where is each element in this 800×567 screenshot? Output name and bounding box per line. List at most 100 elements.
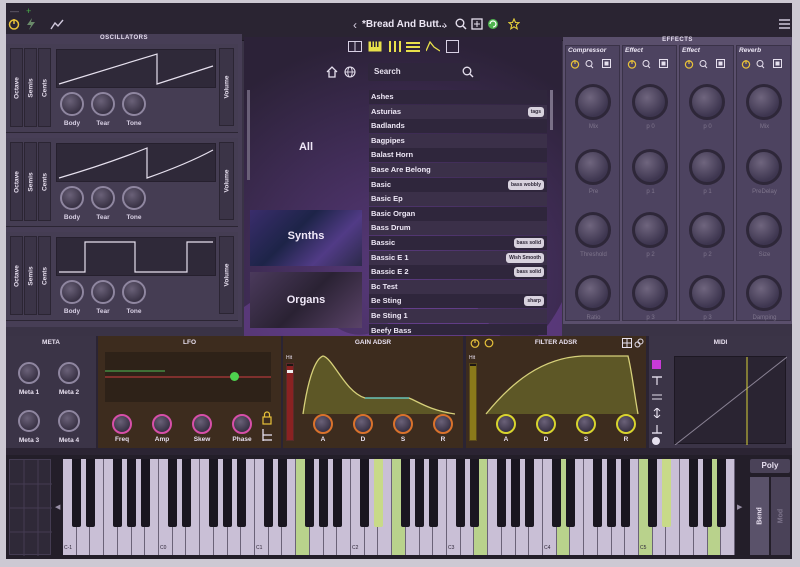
waveform-display[interactable] xyxy=(56,143,216,182)
align-bottom-icon[interactable] xyxy=(652,424,662,434)
pitch-bend-wheel[interactable]: Bend xyxy=(750,477,769,555)
black-key[interactable] xyxy=(689,459,699,527)
effect-knob-threshold[interactable] xyxy=(575,212,611,248)
effect-knob-p-0[interactable] xyxy=(689,84,725,120)
osc-tab-semis[interactable]: Semis xyxy=(24,236,37,315)
effect-knob-predelay[interactable] xyxy=(746,149,782,185)
meta-knob-4[interactable] xyxy=(58,410,80,432)
black-key[interactable] xyxy=(127,459,137,527)
black-key[interactable] xyxy=(209,459,219,527)
gain-envelope-display[interactable] xyxy=(299,352,459,416)
mod-add-icon[interactable] xyxy=(259,428,273,442)
effect-knob-p-0[interactable] xyxy=(632,84,668,120)
black-key[interactable] xyxy=(373,459,383,527)
black-key[interactable] xyxy=(72,459,82,527)
link-icon[interactable] xyxy=(484,338,494,348)
gain-adsr-knob-d[interactable] xyxy=(353,414,373,434)
home-icon[interactable] xyxy=(326,66,338,78)
filter-adsr-knob-d[interactable] xyxy=(536,414,556,434)
black-key[interactable] xyxy=(511,459,521,527)
black-key[interactable] xyxy=(319,459,329,527)
poly-button[interactable]: Poly xyxy=(750,459,790,473)
bars-icon[interactable] xyxy=(388,41,402,52)
black-key[interactable] xyxy=(703,459,713,527)
meta-knob-1[interactable] xyxy=(18,362,40,384)
black-key[interactable] xyxy=(140,459,150,527)
lock-icon[interactable] xyxy=(262,411,272,425)
prev-preset-button[interactable]: ‹ xyxy=(350,18,360,32)
grid-icon[interactable] xyxy=(622,338,632,348)
pad-grid[interactable] xyxy=(9,459,52,556)
next-preset-button[interactable]: › xyxy=(440,18,450,32)
filter-velocity-slider[interactable] xyxy=(469,363,477,441)
gain-velocity-slider[interactable] xyxy=(286,363,294,441)
preset-row[interactable]: Bassic bass solid xyxy=(369,236,547,250)
preset-row[interactable]: Bass Drum xyxy=(369,221,547,236)
osc-tab-cents[interactable]: Cents xyxy=(38,142,51,221)
osc-knob-tone[interactable] xyxy=(122,92,146,116)
osc-tab-semis[interactable]: Semis xyxy=(24,142,37,221)
filter-envelope-display[interactable] xyxy=(482,352,642,416)
lfo-knob-skew[interactable] xyxy=(192,414,212,434)
preset-row[interactable]: Be Sting 1 xyxy=(369,309,547,323)
gain-adsr-knob-r[interactable] xyxy=(433,414,453,434)
lfo-knob-freq[interactable] xyxy=(112,414,132,434)
osc-knob-tone[interactable] xyxy=(122,280,146,304)
osc-tab-cents[interactable]: Cents xyxy=(38,48,51,127)
effect-knob-p-1[interactable] xyxy=(632,149,668,185)
volume-tab[interactable]: Volume xyxy=(219,142,234,220)
black-key[interactable] xyxy=(85,459,95,527)
octave-up-icon[interactable]: ▶ xyxy=(737,503,742,511)
filter-adsr-knob-s[interactable] xyxy=(576,414,596,434)
black-key[interactable] xyxy=(113,459,123,527)
preset-row[interactable]: Beefy Bass xyxy=(369,323,547,335)
envelope-icon[interactable] xyxy=(426,41,440,52)
power-icon[interactable] xyxy=(8,18,20,30)
preset-row[interactable]: Basic Ep xyxy=(369,192,547,207)
preset-row[interactable]: Bc Test xyxy=(369,279,547,294)
meta-knob-2[interactable] xyxy=(58,362,80,384)
gain-adsr-knob-a[interactable] xyxy=(313,414,333,434)
osc-knob-tear[interactable] xyxy=(91,92,115,116)
osc-knob-tone[interactable] xyxy=(122,186,146,210)
preset-scrollbar[interactable] xyxy=(550,90,553,130)
align-top-icon[interactable] xyxy=(652,376,662,386)
effect-knob-mix[interactable] xyxy=(746,84,782,120)
effect-knob-size[interactable] xyxy=(746,212,782,248)
effect-knob-p-2[interactable] xyxy=(689,212,725,248)
osc-tab-semis[interactable]: Semis xyxy=(24,48,37,127)
black-key[interactable] xyxy=(552,459,562,527)
search-placeholder[interactable]: Search xyxy=(374,67,401,76)
black-key[interactable] xyxy=(661,459,671,527)
effect-knob-p-3[interactable] xyxy=(689,275,725,311)
black-key[interactable] xyxy=(524,459,534,527)
black-key[interactable] xyxy=(181,459,191,527)
save-icon[interactable] xyxy=(471,18,483,30)
black-key[interactable] xyxy=(469,459,479,527)
menu-icon[interactable] xyxy=(779,19,790,29)
effect-knob-damping[interactable] xyxy=(746,275,782,311)
black-key[interactable] xyxy=(360,459,370,527)
black-key[interactable] xyxy=(401,459,411,527)
effect-knob-mix[interactable] xyxy=(575,84,611,120)
filter-adsr-knob-a[interactable] xyxy=(496,414,516,434)
black-key[interactable] xyxy=(223,459,233,527)
black-key[interactable] xyxy=(277,459,287,527)
osc-tab-octave[interactable]: Octave xyxy=(10,236,23,315)
black-key[interactable] xyxy=(428,459,438,527)
power-icon[interactable] xyxy=(470,338,480,348)
star-icon[interactable] xyxy=(508,18,520,30)
search-icon[interactable] xyxy=(455,18,467,30)
preset-row[interactable]: Be Sting sharp xyxy=(369,294,547,309)
refresh-icon[interactable] xyxy=(487,18,499,30)
osc-tab-octave[interactable]: Octave xyxy=(10,48,23,127)
search-icon[interactable] xyxy=(462,66,474,78)
preset-tag[interactable]: bass solid xyxy=(513,267,544,278)
black-key[interactable] xyxy=(620,459,630,527)
osc-knob-tear[interactable] xyxy=(91,280,115,304)
preset-row[interactable]: Basic Organ xyxy=(369,206,547,221)
graph-icon[interactable] xyxy=(50,18,64,30)
midi-color-swatch[interactable] xyxy=(652,360,661,369)
effect-knob-ratio[interactable] xyxy=(575,275,611,311)
black-key[interactable] xyxy=(607,459,617,527)
